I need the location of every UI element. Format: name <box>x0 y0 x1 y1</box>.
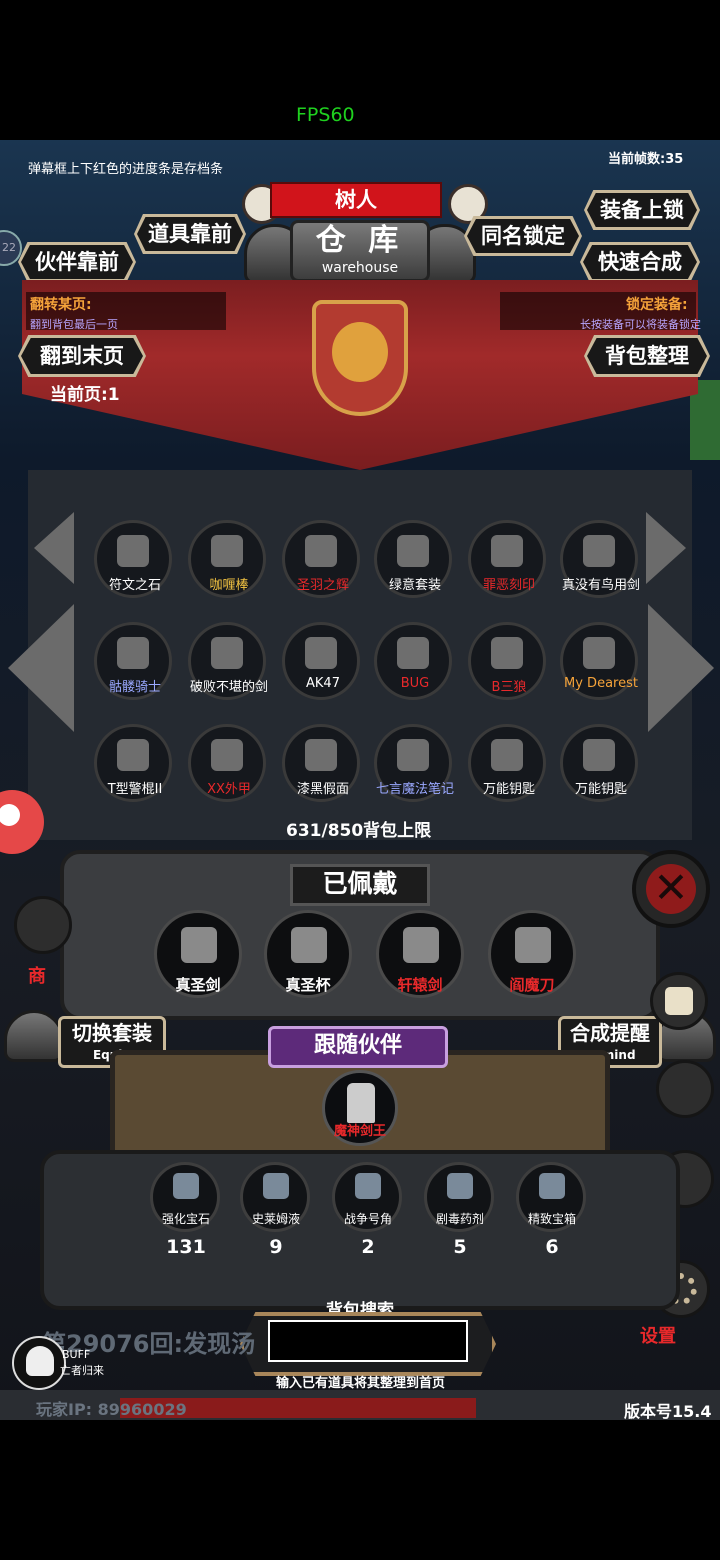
companion-name: 魔神剑王 <box>333 1124 386 1139</box>
same-name-lock-button[interactable]: 同名锁定 <box>464 216 582 256</box>
last-page-button[interactable]: 翻到末页 <box>18 335 146 377</box>
equip-lock-button[interactable]: 装备上锁 <box>584 190 700 230</box>
warehouse-title-cn: 仓 库 <box>315 223 405 258</box>
golden-key-icon <box>583 739 615 771</box>
equipped-item-label: 真圣剑 <box>175 976 221 994</box>
consumable-count: 131 <box>166 1236 206 1258</box>
skeleton-knight-icon <box>117 637 149 669</box>
close-icon: ✕ <box>646 864 696 914</box>
item-front-button[interactable]: 道具靠前 <box>134 214 246 254</box>
sort-bag-button[interactable]: 背包整理 <box>584 335 710 377</box>
black-mask-icon <box>305 739 337 771</box>
same-name-lock-label: 同名锁定 <box>467 219 579 253</box>
consumable-label: 史莱姆液 <box>251 1212 300 1226</box>
consumable-count: 2 <box>361 1236 375 1258</box>
bag-capacity-text: 631/850背包上限 <box>286 821 432 841</box>
silver-wings-icon <box>305 535 337 567</box>
inventory-item-label: 万能钥匙 <box>574 782 627 797</box>
dice-button[interactable] <box>650 972 708 1030</box>
frame-counter: 当前帧数:35 <box>608 152 684 167</box>
equip-lock-label: 装备上锁 <box>587 193 697 227</box>
bug-question-icon <box>397 637 429 669</box>
equipped-item-label: 真圣杯 <box>285 976 331 994</box>
green-gem-icon <box>173 1173 199 1199</box>
buff-label: BUFF <box>62 1348 91 1361</box>
companion-front-label: 伙伴靠前 <box>21 245 133 279</box>
settings-label[interactable]: 设置 <box>640 1322 676 1348</box>
fps-counter: FPS60 <box>296 104 355 126</box>
user-icon <box>0 804 20 826</box>
game-viewport: 弹幕框上下红色的进度条是存档条 当前帧数:35 22 树人 仓 库 wareho… <box>0 140 720 1420</box>
quick-merge-label: 快速合成 <box>583 245 697 279</box>
character-name-banner: 树人 <box>270 182 442 218</box>
consumable-count: 5 <box>453 1236 467 1258</box>
lion-head-icon <box>332 322 388 382</box>
holy-grail-icon <box>291 927 327 963</box>
green-armor-icon <box>397 535 429 567</box>
equipped-title: 已佩戴 <box>290 864 430 906</box>
version-label: 版本号15.4 <box>624 1402 712 1420</box>
current-page-text: 当前页:1 <box>50 385 120 405</box>
spellbook-icon <box>397 739 429 771</box>
inventory-item-label: My Dearest <box>564 676 638 691</box>
consumable-count: 6 <box>545 1236 559 1258</box>
search-hint: 输入已有道具将其整理到首页 <box>276 1376 446 1391</box>
flip-hint-title: 翻转某页: <box>30 297 92 313</box>
consumable-label: 战争号角 <box>343 1212 392 1226</box>
player-ip: 玩家IP: 89960029 <box>36 1400 187 1419</box>
skull-icon <box>26 1346 54 1376</box>
consumable-label: 强化宝石 <box>161 1212 210 1226</box>
baton-icon <box>117 739 149 771</box>
broken-sword-icon <box>211 637 243 669</box>
rune-stone-icon <box>117 535 149 567</box>
war-horn-icon <box>355 1173 381 1199</box>
side-button-2[interactable] <box>656 1060 714 1118</box>
save-hint-text: 弹幕框上下红色的进度条是存档条 <box>28 162 224 177</box>
slime-potion-icon <box>263 1173 289 1199</box>
switch-set-label: 切换套装 <box>72 1021 152 1045</box>
merge-remind-label: 合成提醒 <box>570 1021 650 1045</box>
equipped-item-label: 轩辕剑 <box>397 976 443 994</box>
treasure-chest-icon <box>539 1173 565 1199</box>
item-front-label: 道具靠前 <box>137 217 243 251</box>
buff-sub: 亡者归来 <box>60 1364 104 1377</box>
flip-hint-desc: 翻到背包最后一页 <box>30 318 118 331</box>
poison-flask-icon <box>447 1173 473 1199</box>
dark-orb-icon <box>583 637 615 669</box>
lock-hint-desc: 长按装备可以将装备锁定 <box>580 318 701 331</box>
warehouse-title-en: warehouse <box>321 260 399 276</box>
dice-icon <box>665 987 693 1015</box>
last-page-label: 翻到末页 <box>21 338 143 374</box>
quick-merge-button[interactable]: 快速合成 <box>580 242 700 282</box>
next-page-arrow-icon[interactable] <box>648 604 714 732</box>
holy-sword-icon <box>181 927 217 963</box>
consumable-label: 剧毒药剂 <box>435 1212 484 1226</box>
rose-sword-icon <box>583 535 615 567</box>
demon-seal-icon <box>491 535 523 567</box>
inventory-item-label: 真没有鸟用剑 <box>561 578 640 593</box>
sword-king-icon <box>347 1083 375 1123</box>
search-input[interactable] <box>268 1320 468 1362</box>
shop-label[interactable]: 商 <box>28 962 46 988</box>
consumable-count: 9 <box>269 1236 283 1258</box>
companion-front-button[interactable]: 伙伴靠前 <box>18 242 136 282</box>
demon-blade-icon <box>515 927 551 963</box>
prev-page-arrow-icon[interactable] <box>8 604 74 732</box>
purple-mech-icon <box>211 739 243 771</box>
shop-button[interactable] <box>14 896 72 954</box>
golden-key-icon <box>491 739 523 771</box>
prev-page-small-arrow-icon[interactable] <box>34 512 74 584</box>
buff-button[interactable] <box>12 1336 66 1390</box>
lock-hint-title: 锁定装备: <box>626 297 688 313</box>
equipped-item-label: 阎魔刀 <box>509 976 555 994</box>
consumable-label: 精致宝箱 <box>527 1212 576 1226</box>
xuanyuan-sword-icon <box>403 927 439 963</box>
helmet-left-icon <box>4 1010 64 1062</box>
companion-title: 跟随伙伴 <box>268 1026 448 1068</box>
sort-bag-label: 背包整理 <box>587 338 707 374</box>
warehouse-title: 仓 库 warehouse <box>290 220 430 282</box>
green-wolf-icon <box>491 637 523 669</box>
rifle-icon <box>305 637 337 669</box>
golden-sword-icon <box>211 535 243 567</box>
